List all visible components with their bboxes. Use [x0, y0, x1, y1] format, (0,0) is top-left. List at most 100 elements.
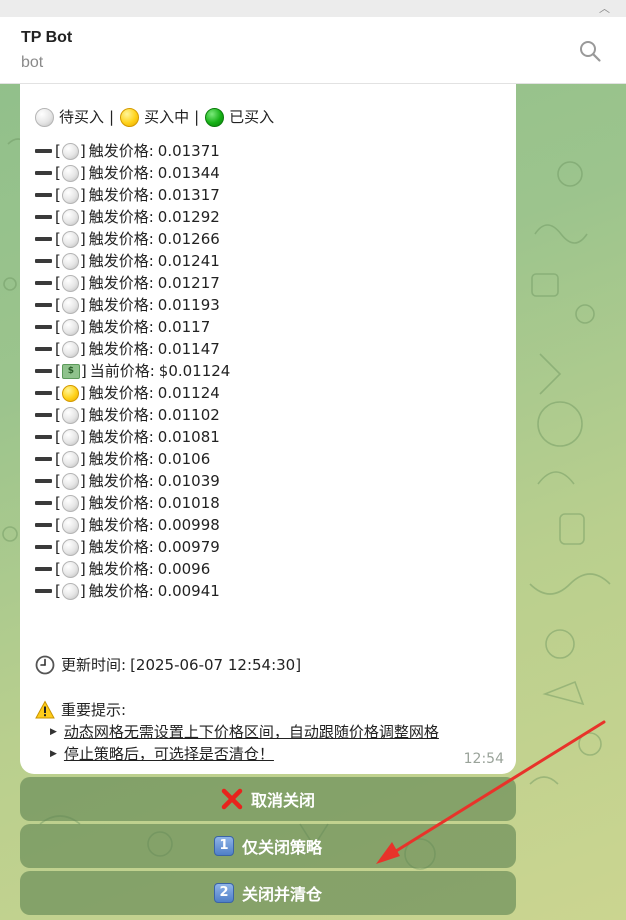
level-label: 当前价格:	[89, 362, 155, 380]
dash-icon	[35, 523, 52, 527]
close-and-clear-button[interactable]: 2 关闭并清仓	[20, 871, 516, 915]
white-circle-icon	[61, 450, 79, 468]
grid-level-row: [] 触发价格: 0.01018	[35, 492, 502, 514]
message-time: 12:54	[463, 751, 504, 767]
grid-level-row: [] 触发价格: 0.01317	[35, 184, 502, 206]
search-icon[interactable]	[578, 39, 602, 63]
level-label: 触发价格:	[88, 164, 154, 182]
level-price: 0.0106	[157, 450, 211, 468]
chevron-up-icon[interactable]: ︿	[599, 0, 610, 16]
bracket-open: [	[55, 538, 61, 556]
notice-block: 重要提示: ▶ 动态网格无需设置上下价格区间，自动跟随价格调整网格 ▶ 停止策略…	[35, 699, 439, 765]
grid-level-row: [] 触发价格: 0.01193	[35, 294, 502, 316]
bracket-close: ]	[79, 450, 86, 468]
legend-bought: 已买入	[229, 108, 275, 126]
cancel-close-label: 取消关闭	[250, 791, 315, 810]
update-time-row: 更新时间: [2025-06-07 12:54:30]	[35, 654, 301, 676]
dash-icon	[35, 149, 52, 153]
bracket-open: [	[55, 472, 61, 490]
level-price: 0.0096	[157, 560, 211, 578]
white-circle-icon	[61, 252, 79, 270]
bracket-open: [	[55, 318, 61, 336]
close-and-clear-label: 关闭并清仓	[241, 885, 322, 904]
yellow-circle-icon	[61, 384, 79, 402]
grid-level-row: [] 触发价格: 0.01371	[35, 140, 502, 162]
grid-level-row: [] 触发价格: 0.01102	[35, 404, 502, 426]
level-label: 触发价格:	[88, 538, 154, 556]
dash-icon	[35, 303, 52, 307]
grid-level-row: [] 触发价格: 0.00979	[35, 536, 502, 558]
level-label: 触发价格:	[88, 296, 154, 314]
level-price: 0.01039	[157, 472, 220, 490]
dash-icon	[35, 171, 52, 175]
level-price: 0.01193	[157, 296, 220, 314]
bracket-open: [	[55, 208, 61, 226]
level-price: 0.01217	[157, 274, 220, 292]
white-circle-icon	[61, 472, 79, 490]
level-label: 触发价格:	[88, 582, 154, 600]
level-price: 0.01317	[157, 186, 220, 204]
level-label: 触发价格:	[88, 472, 154, 490]
cross-mark-icon	[221, 788, 243, 810]
chat-title[interactable]: TP Bot	[21, 29, 72, 47]
level-label: 触发价格:	[88, 318, 154, 336]
white-circle-icon	[61, 164, 79, 182]
tip-text: 动态网格无需设置上下价格区间，自动跟随价格调整网格	[63, 723, 439, 741]
bracket-close: ]	[79, 472, 86, 490]
grid-level-row: [] 触发价格: 0.00941	[35, 580, 502, 602]
bracket-close: ]	[79, 582, 86, 600]
level-price: 0.01081	[157, 428, 220, 446]
notice-head: 重要提示:	[35, 699, 439, 721]
bracket-open: [	[55, 560, 61, 578]
white-circle-icon	[61, 406, 79, 424]
update-value: [2025-06-07 12:54:30]	[130, 656, 302, 674]
dash-icon	[35, 259, 52, 263]
dash-icon	[35, 215, 52, 219]
tip-text: 停止策略后，可选择是否清仓！	[63, 745, 274, 763]
bracket-close: ]	[79, 186, 86, 204]
bracket-open: [	[55, 186, 61, 204]
level-label: 触发价格:	[88, 252, 154, 270]
dash-icon	[35, 457, 52, 461]
dash-icon	[35, 237, 52, 241]
grid-level-row: [] 触发价格: 0.01241	[35, 250, 502, 272]
grid-level-row: [] 触发价格: 0.01081	[35, 426, 502, 448]
level-price: 0.01241	[157, 252, 220, 270]
bracket-open: [	[55, 362, 61, 380]
bullet-triangle-icon: ▶	[50, 727, 57, 737]
bracket-close: ]	[79, 252, 86, 270]
grid-level-row: [] 触发价格: 0.01039	[35, 470, 502, 492]
bracket-open: [	[55, 340, 61, 358]
white-circle-icon	[61, 142, 79, 160]
level-label: 触发价格:	[88, 516, 154, 534]
bracket-close: ]	[79, 428, 86, 446]
white-circle-icon	[35, 107, 54, 127]
white-circle-icon	[61, 230, 79, 248]
level-price: 0.00998	[157, 516, 220, 534]
bracket-open: [	[55, 428, 61, 446]
bracket-open: [	[55, 230, 61, 248]
bracket-close: ]	[79, 208, 86, 226]
level-label: 触发价格:	[88, 560, 154, 578]
notice-title: 重要提示:	[61, 701, 127, 719]
dash-icon	[35, 391, 52, 395]
bracket-close: ]	[79, 494, 86, 512]
bracket-close: ]	[79, 274, 86, 292]
level-price: 0.01018	[157, 494, 220, 512]
clock-icon	[35, 655, 55, 675]
close-strategy-only-button[interactable]: 1 仅关闭策略	[20, 824, 516, 868]
dash-icon	[35, 589, 52, 593]
warning-icon	[35, 700, 55, 719]
grid-level-row: [] 触发价格: 0.01344	[35, 162, 502, 184]
cancel-close-button[interactable]: 取消关闭	[20, 777, 516, 821]
bracket-close: ]	[79, 384, 86, 402]
window-top-strip: ︿	[0, 0, 626, 17]
dash-icon	[35, 435, 52, 439]
level-price: 0.01124	[157, 384, 220, 402]
bracket-close: ]	[79, 142, 86, 160]
dash-icon	[35, 567, 52, 571]
bracket-close: ]	[79, 560, 86, 578]
bracket-open: [	[55, 296, 61, 314]
white-circle-icon	[61, 582, 79, 600]
white-circle-icon	[61, 296, 79, 314]
